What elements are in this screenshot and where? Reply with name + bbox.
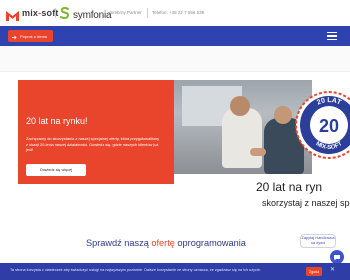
hero-headline: 20 lat na ryn <box>256 180 323 194</box>
symfonia-logo[interactable]: symfonia <box>60 6 112 24</box>
hero-section: 20 lat na rynku! Zachęcamy do skorzystan… <box>0 72 350 222</box>
chat-bubble-text: Zapytaj Handlowca na żywo <box>301 235 335 245</box>
symfonia-logo-text: symfonia <box>73 9 112 21</box>
nav-bar: Poproś o demo <box>0 26 350 46</box>
spacer-band <box>0 46 350 72</box>
logo-text-a: mix <box>22 8 39 18</box>
site-header: mix-soft symfonia Srebrny Partner Telefo… <box>0 0 350 26</box>
symfonia-logo-icon <box>60 6 70 24</box>
cookie-message: Ta strona korzysta z ciasteczek aby świa… <box>10 268 261 272</box>
learn-more-label: Dowiedz się więcej <box>39 168 73 172</box>
section-title-highlight: ofertę <box>151 238 175 248</box>
chat-icon[interactable] <box>330 250 344 264</box>
request-demo-button[interactable]: Poproś o demo <box>8 27 54 45</box>
hamburger-icon[interactable] <box>327 32 337 40</box>
cookie-accept-label: Zgoda <box>308 269 320 274</box>
mix-soft-logo[interactable]: mix-soft <box>6 6 59 21</box>
section-title-part1: Sprawdź naszą <box>86 238 152 248</box>
hero-description: Zachęcamy do skorzystania z naszej specj… <box>26 136 160 153</box>
m-logo-icon <box>6 8 19 21</box>
badge-number: 20 <box>319 116 339 136</box>
header-divider <box>55 8 56 18</box>
section-title-part2: oprogramowania <box>174 238 246 248</box>
cookie-accept-button[interactable]: Zgoda <box>306 267 322 276</box>
phone-link[interactable]: Telefon: +48 22 7 556 538 <box>152 10 204 15</box>
chat-bubble[interactable]: Zapytaj Handlowca na żywo <box>300 234 336 248</box>
close-icon[interactable]: ✕ <box>330 266 335 273</box>
partner-label: Srebrny Partner <box>110 10 142 15</box>
header-divider-2 <box>147 8 148 18</box>
learn-more-button[interactable]: Dowiedz się więcej <box>26 164 86 176</box>
hero-title: 20 lat na rynku! <box>26 116 88 126</box>
cookie-banner: Ta strona korzysta z ciasteczek aby świa… <box>0 263 350 280</box>
arrow-right-icon <box>12 27 17 45</box>
request-demo-label: Poproś o demo <box>20 33 48 39</box>
hero-subheadline: skorzystaj z naszej specjalne <box>262 198 350 208</box>
offer-section-title: Sprawdź naszą ofertę oprogramowania <box>86 238 246 248</box>
logo-text-b: soft <box>41 8 59 18</box>
anniversary-badge-icon: 20 LAT 20 MIX-SOFT <box>295 91 350 159</box>
